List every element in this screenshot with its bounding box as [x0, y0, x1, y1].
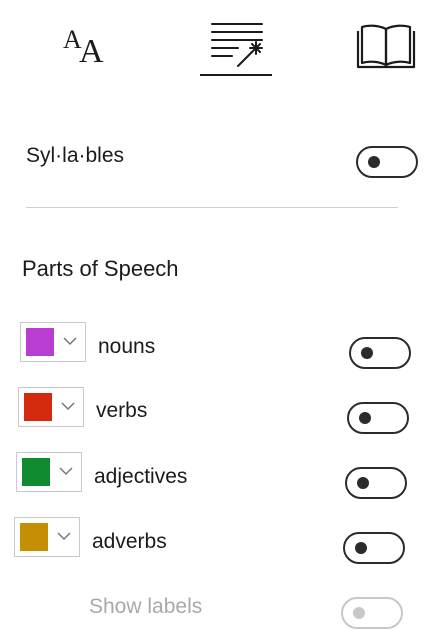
adverbs-toggle[interactable]	[343, 532, 405, 564]
show-labels-label: Show labels	[89, 595, 203, 618]
toggle-knob	[361, 347, 373, 359]
tab-text-preferences[interactable]: A A	[40, 8, 130, 80]
selected-tab-indicator	[200, 74, 272, 76]
toggle-knob	[359, 412, 371, 424]
nouns-toggle[interactable]	[349, 337, 411, 369]
adjectives-label: adjectives	[94, 465, 188, 488]
syllables-toggle[interactable]	[356, 146, 418, 178]
verbs-color-swatch	[24, 393, 52, 421]
toggle-knob	[353, 607, 365, 619]
toggle-knob	[355, 542, 367, 554]
adverbs-color-picker[interactable]	[14, 517, 80, 557]
toggle-knob	[357, 477, 369, 489]
nouns-label: nouns	[98, 335, 156, 358]
immersive-reader-grammar-panel: A A Syl·la·bles Parts of Speech nouns ve…	[0, 0, 424, 630]
text-preferences-icon: A A	[63, 25, 104, 70]
nouns-color-swatch	[26, 328, 54, 356]
verbs-color-picker[interactable]	[18, 387, 84, 427]
chevron-down-icon	[57, 532, 71, 541]
adjectives-color-picker[interactable]	[16, 452, 82, 492]
adjectives-color-swatch	[22, 458, 50, 486]
tab-reading-preferences[interactable]	[348, 8, 424, 80]
verbs-label: verbs	[96, 399, 148, 422]
show-labels-toggle[interactable]	[341, 597, 403, 629]
syllables-label: Syl·la·bles	[26, 144, 125, 167]
adverbs-color-swatch	[20, 523, 48, 551]
book-icon	[356, 24, 416, 69]
adverbs-label: adverbs	[92, 530, 167, 553]
grammar-options-icon	[211, 23, 263, 67]
tab-grammar-options[interactable]	[196, 8, 276, 80]
verbs-toggle[interactable]	[347, 402, 409, 434]
parts-of-speech-heading: Parts of Speech	[22, 256, 179, 281]
adjectives-toggle[interactable]	[345, 467, 407, 499]
nouns-color-picker[interactable]	[20, 322, 86, 362]
chevron-down-icon	[61, 402, 75, 411]
toggle-knob	[368, 156, 380, 168]
chevron-down-icon	[59, 467, 73, 476]
chevron-down-icon	[63, 337, 77, 346]
divider	[26, 207, 398, 208]
